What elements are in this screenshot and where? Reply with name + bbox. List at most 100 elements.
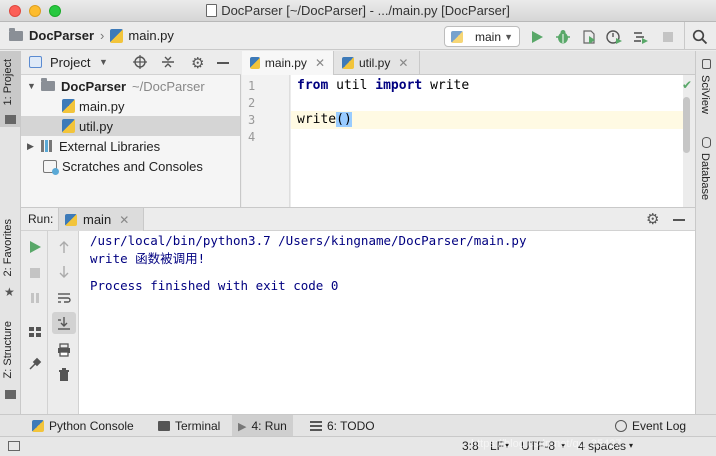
debug-button[interactable] [555,29,571,45]
code-line-1: from util import write [297,78,469,93]
scroll-from-source-icon[interactable] [133,55,147,69]
editor-tab-bar: main.py ✕ util.py ✕ [242,51,695,75]
tool-tab-python-console[interactable]: Python Console [26,415,140,437]
layout-icon[interactable] [28,325,42,339]
run-tab-main[interactable]: main ✕ [58,208,144,231]
breadcrumb-project[interactable]: DocParser [29,28,94,43]
watermark-text: https://blog.csdn.net/qq_35427... [471,438,631,450]
code-line-3: write() [297,112,352,127]
trash-icon[interactable] [57,368,71,382]
imported-name: write [422,78,470,93]
tool-tab-database[interactable]: Database [699,153,711,200]
search-icon[interactable] [692,29,708,45]
tab-label: Event Log [632,419,687,433]
close-icon[interactable]: ✕ [398,56,408,70]
python-file-icon [62,119,75,133]
todo-icon [310,421,322,431]
tool-tab-run[interactable]: ▶ 4: Run [232,415,293,437]
tool-tab-project[interactable]: 1: Project [2,59,14,105]
inspection-ok-icon: ✔ [682,78,693,92]
gear-icon[interactable]: ⚙ [191,54,204,72]
tree-item-external-libraries[interactable]: ▶ External Libraries [21,136,240,156]
terminal-icon [158,421,170,431]
chevron-right-icon[interactable]: ▶ [27,141,39,152]
concurrency-diagram-button[interactable] [632,29,648,45]
chevron-down-icon[interactable]: ▼ [27,81,39,91]
right-tool-strip: SciView Database [695,51,716,414]
soft-wrap-icon[interactable] [57,291,71,305]
folder-icon [41,78,55,91]
tree-item-main-py[interactable]: main.py [21,96,240,116]
structure-icon [5,390,16,399]
run-tab-label: main [83,212,112,227]
run-label: Run: [28,212,54,226]
editor-gutter: 1 2 3 4 [242,75,290,207]
profile-button[interactable] [606,29,622,45]
chevron-down-icon: ▼ [504,31,513,42]
breadcrumb: DocParser › main.py [9,27,174,43]
python-file-icon [62,99,75,113]
tab-label: 6: TODO [327,419,375,433]
line-number: 3 [248,113,256,127]
tool-tab-sciview[interactable]: SciView [699,75,711,114]
tree-scratches-label: Scratches and Consoles [62,158,203,174]
close-icon[interactable]: ✕ [315,56,325,70]
tool-tab-event-log[interactable]: Event Log [609,415,692,437]
star-icon: ★ [4,285,15,299]
tool-window-bar: Python Console Terminal ▶ 4: Run 6: TODO… [0,414,716,437]
chevron-down-icon[interactable]: ▼ [99,57,108,67]
stop-icon [28,266,42,280]
tree-file-label: util.py [79,118,113,134]
code-editor[interactable] [291,75,683,207]
function-call: write [297,112,337,127]
pin-icon[interactable] [28,357,42,371]
project-view-label[interactable]: Project [50,55,90,70]
arrow-up-icon[interactable] [57,240,71,254]
keyword: import [375,78,423,93]
console-line: Process finished with exit code 0 [90,278,339,293]
editor-tab-main-py[interactable]: main.py ✕ [242,51,334,75]
close-icon[interactable]: ✕ [119,213,129,227]
rerun-button[interactable] [28,240,42,254]
database-icon [702,137,711,148]
scroll-to-end-icon[interactable] [57,316,71,330]
project-panel: Project ▼ ⚙ ▼ DocParser ~/DocParser main… [21,51,241,207]
tree-item-scratches[interactable]: Scratches and Consoles [21,156,240,176]
tree-external-label: External Libraries [59,138,161,154]
sciview-icon [702,59,711,69]
tree-item-root[interactable]: ▼ DocParser ~/DocParser [21,76,240,96]
python-file-icon [342,57,354,69]
console-output[interactable]: /usr/local/bin/python3.7 /Users/kingname… [79,231,695,414]
editor-scrollbar[interactable] [683,97,690,153]
run-button[interactable] [529,29,545,45]
breadcrumb-separator: › [100,28,105,43]
toolbar-divider [684,22,685,50]
print-icon[interactable] [57,343,71,357]
keyword: from [297,78,329,93]
line-number: 4 [248,130,256,144]
breadcrumb-file[interactable]: main.py [128,28,174,43]
editor-tab-util-py[interactable]: util.py ✕ [334,51,420,75]
arrow-down-icon[interactable] [57,265,71,279]
python-file-icon [250,57,260,69]
tool-tab-todo[interactable]: 6: TODO [304,415,381,437]
tool-tab-favorites[interactable]: 2: Favorites [2,219,14,276]
python-icon [451,30,463,43]
tool-tab-structure[interactable]: Z: Structure [2,321,14,378]
library-icon [41,140,55,152]
tree-file-label: main.py [79,98,125,114]
collapse-all-icon[interactable] [161,55,175,69]
tree-item-util-py[interactable]: util.py [21,116,240,136]
status-bar: 3:8 LF ▾ UTF-8 ▾ 4 spaces ▾ https://blog… [0,436,716,456]
event-log-icon [615,420,627,432]
run-configuration-select[interactable]: main ▼ [444,26,520,47]
gear-icon[interactable]: ⚙ [646,210,659,228]
hide-icon[interactable] [217,62,229,64]
run-with-coverage-button[interactable] [581,29,597,45]
left-tool-strip: 1: Project 2: Favorites ★ Z: Structure [0,51,21,414]
console-line: /usr/local/bin/python3.7 /Users/kingname… [90,233,527,248]
tool-tab-terminal[interactable]: Terminal [152,415,226,437]
console-actions-bar [49,231,79,414]
hide-icon[interactable] [673,219,685,221]
tool-windows-icon[interactable] [8,441,20,451]
